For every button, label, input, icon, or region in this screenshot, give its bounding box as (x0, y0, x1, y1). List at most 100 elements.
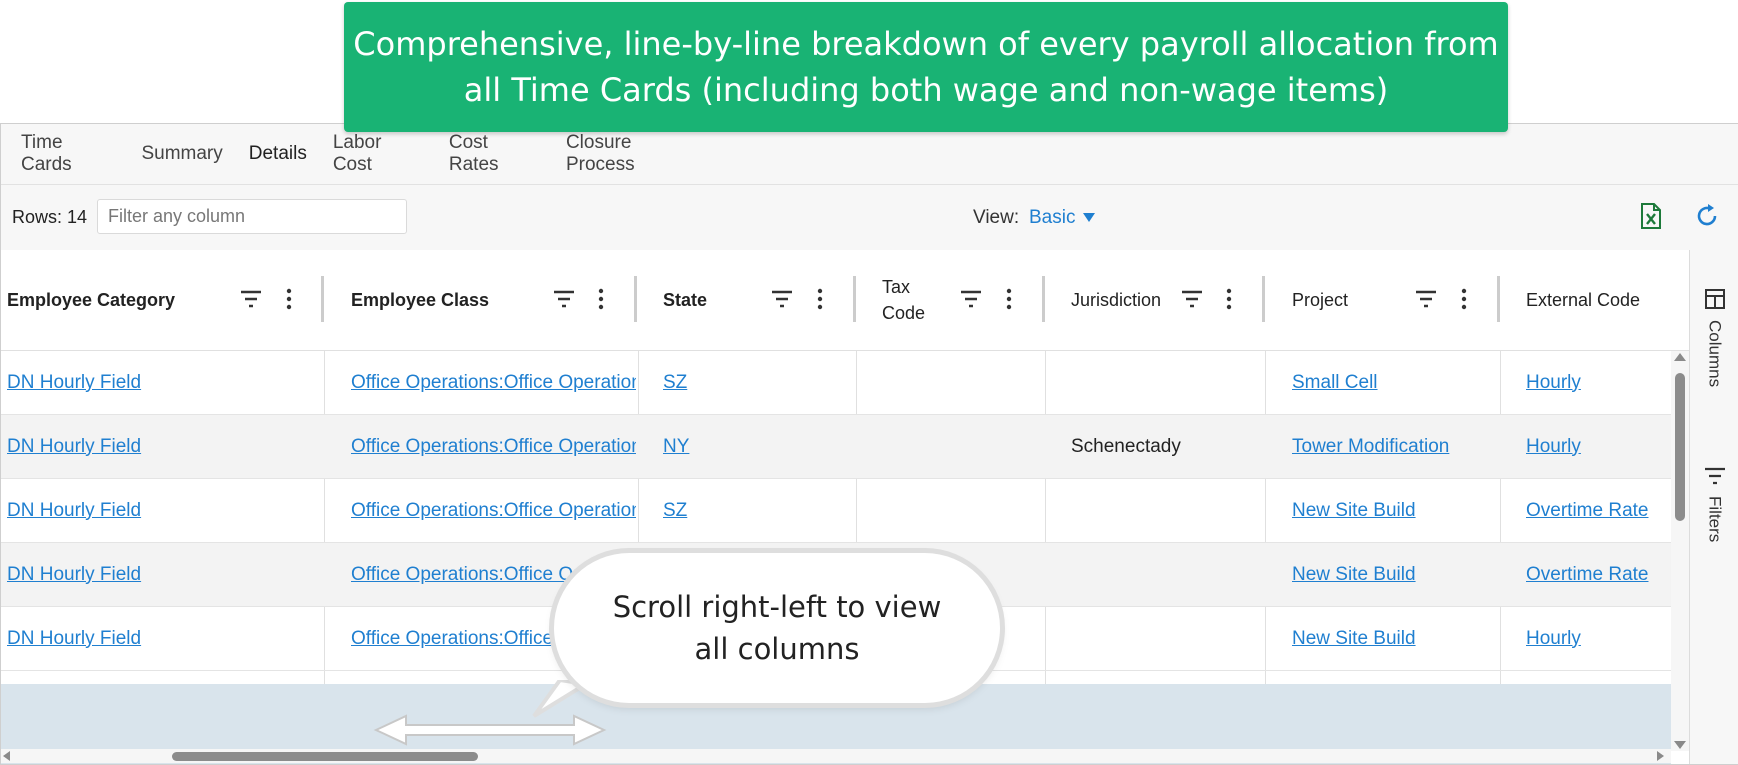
cell-project[interactable]: Small Cell (1292, 351, 1497, 414)
column-resize-handle[interactable] (853, 276, 856, 322)
cell-employee-category[interactable]: DN Hourly Field (7, 607, 322, 670)
bubble-line-2: all columns (694, 632, 860, 666)
more-vertical-icon[interactable] (589, 288, 613, 310)
tab-cost-rates[interactable]: Cost Rates (436, 124, 553, 184)
filter-icon[interactable] (1414, 288, 1438, 310)
tab-closure-process[interactable]: Closure Process (553, 124, 714, 184)
filter-icon[interactable] (1180, 288, 1204, 310)
cell-employee-class[interactable]: Office Operations:Office Operation (351, 415, 636, 478)
class-link[interactable]: Office Operations:Office Op (351, 564, 584, 586)
cell-employee-category[interactable]: DN Hourly Field (7, 415, 322, 478)
filters-panel-button[interactable]: Filters (1690, 466, 1738, 542)
tab-labor-cost[interactable]: Labor Cost (320, 124, 436, 184)
cell-state[interactable]: NY (663, 415, 853, 478)
table-row[interactable]: DN Hourly Field Office Operations:Office… (1, 351, 1671, 415)
state-link[interactable]: SZ (663, 372, 687, 394)
column-header-external-code[interactable]: External Code (1520, 250, 1685, 350)
cell-external-code[interactable]: Overtime Rate (1526, 543, 1671, 606)
cell-project[interactable]: New Site Build (1292, 543, 1497, 606)
project-link[interactable]: Small Cell (1292, 372, 1378, 394)
column-resize-handle[interactable] (634, 276, 637, 322)
filter-icon[interactable] (239, 288, 263, 310)
state-link[interactable]: SZ (663, 500, 687, 522)
scroll-hint-bubble: Scroll right-left to view all columns (554, 553, 1000, 703)
project-link[interactable]: New Site Build (1292, 500, 1416, 522)
column-header-tax-code[interactable]: Tax Code (876, 250, 946, 350)
category-link[interactable]: DN Hourly Field (7, 436, 141, 458)
external-code-link[interactable]: Hourly (1526, 628, 1581, 650)
columns-label: Columns (1705, 320, 1725, 388)
project-link[interactable]: New Site Build (1292, 628, 1416, 650)
cell-jurisdiction: Schenectady (1071, 435, 1181, 457)
cell-project[interactable]: New Site Build (1292, 479, 1497, 542)
scroll-right-arrow-icon[interactable] (1657, 751, 1664, 761)
view-dropdown[interactable]: Basic (1029, 185, 1096, 250)
class-link[interactable]: Office Operations:Office Operation (351, 372, 636, 394)
project-link[interactable]: New Site Build (1292, 564, 1416, 586)
cell-employee-class[interactable]: Office Operations:Office Operation (351, 479, 636, 542)
table-row[interactable]: DN Hourly Field Office Operations:Office… (1, 479, 1671, 543)
class-link[interactable]: Office Operations:Office (351, 628, 553, 650)
more-vertical-icon[interactable] (808, 288, 832, 310)
scroll-left-arrow-icon[interactable] (3, 751, 10, 761)
category-link[interactable]: DN Hourly Field (7, 372, 141, 394)
cell-external-code[interactable]: Hourly (1526, 351, 1671, 414)
tab-summary[interactable]: Summary (128, 124, 235, 184)
cell-tax-code (882, 415, 1042, 478)
filter-icon[interactable] (552, 288, 576, 310)
view-label: View: (973, 206, 1020, 228)
external-code-link[interactable]: Overtime Rate (1526, 500, 1648, 522)
view-value: Basic (1029, 206, 1076, 228)
cell-employee-category[interactable]: DN Hourly Field (7, 351, 322, 414)
filter-icon[interactable] (770, 288, 794, 310)
external-code-link[interactable]: Hourly (1526, 436, 1581, 458)
class-link[interactable]: Office Operations:Office Operation (351, 436, 636, 458)
state-link[interactable]: NY (663, 436, 689, 458)
horizontal-scrollbar[interactable] (1, 749, 1671, 763)
column-resize-handle[interactable] (1497, 276, 1500, 322)
cell-state[interactable]: SZ (663, 351, 853, 414)
class-link[interactable]: Office Operations:Office Operation (351, 500, 636, 522)
tab-details[interactable]: Details (235, 124, 320, 189)
external-code-link[interactable]: Hourly (1526, 372, 1581, 394)
banner-line-2: all Time Cards (including both wage and … (463, 71, 1389, 109)
cell-employee-class[interactable]: Office Operations:Office Operation (351, 351, 636, 414)
filter-input[interactable] (97, 199, 407, 234)
more-vertical-icon[interactable] (997, 288, 1021, 310)
category-link[interactable]: DN Hourly Field (7, 500, 141, 522)
column-resize-handle[interactable] (1262, 276, 1265, 322)
cell-employee-category[interactable]: DN Hourly Field (7, 479, 322, 542)
vertical-scrollbar[interactable] (1671, 351, 1689, 751)
scroll-down-arrow-icon[interactable] (1674, 741, 1686, 749)
cell-project[interactable]: New Site Build (1292, 607, 1497, 670)
row-count: Rows: 14 (12, 207, 88, 227)
filters-label: Filters (1705, 496, 1725, 543)
columns-panel-button[interactable]: Columns (1690, 288, 1738, 387)
filter-icon[interactable] (959, 288, 983, 310)
table-row[interactable]: DN Hourly Field Office Operations:Office… (1, 415, 1671, 479)
column-resize-handle[interactable] (321, 276, 324, 322)
scroll-up-arrow-icon[interactable] (1674, 353, 1686, 361)
more-vertical-icon[interactable] (277, 288, 301, 310)
external-code-link[interactable]: Overtime Rate (1526, 564, 1648, 586)
more-vertical-icon[interactable] (1452, 288, 1476, 310)
project-link[interactable]: Tower Modification (1292, 436, 1449, 458)
cell-jurisdiction (1071, 479, 1261, 542)
column-resize-handle[interactable] (1042, 276, 1045, 322)
cell-external-code[interactable]: Hourly (1526, 415, 1671, 478)
category-link[interactable]: DN Hourly Field (7, 564, 141, 586)
cell-external-code[interactable]: Overtime Rate (1526, 479, 1671, 542)
vertical-scroll-thumb[interactable] (1675, 373, 1685, 521)
column-header-jurisdiction[interactable]: Jurisdiction (1065, 250, 1175, 350)
category-link[interactable]: DN Hourly Field (7, 628, 141, 650)
column-header-employee-category[interactable]: Employee Category (1, 250, 323, 350)
cell-project[interactable]: Tower Modification (1292, 415, 1497, 478)
horizontal-scroll-thumb[interactable] (172, 752, 478, 761)
excel-export-icon[interactable] (1636, 201, 1666, 231)
tab-time-cards[interactable]: Time Cards (7, 124, 128, 184)
refresh-icon[interactable] (1692, 201, 1722, 231)
more-vertical-icon[interactable] (1217, 288, 1241, 310)
cell-state[interactable]: SZ (663, 479, 853, 542)
cell-external-code[interactable]: Hourly (1526, 607, 1671, 670)
cell-employee-category[interactable]: DN Hourly Field (7, 543, 322, 606)
